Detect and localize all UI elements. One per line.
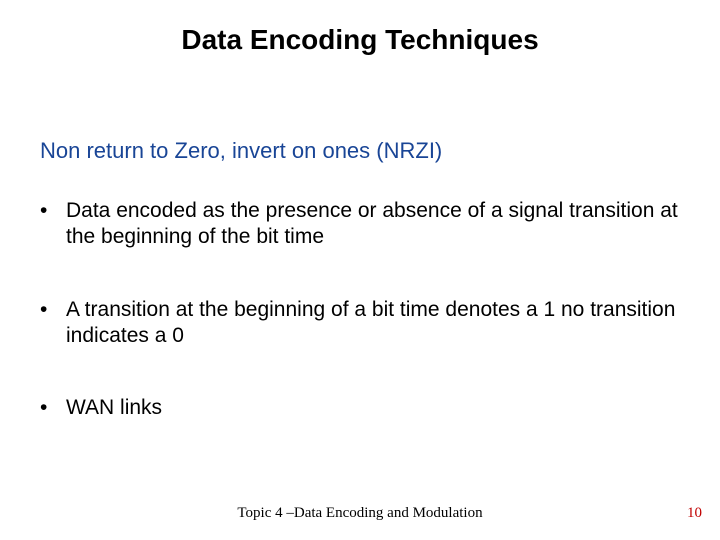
bullet-text: Data encoded as the presence or absence … (66, 198, 680, 251)
list-item: • WAN links (40, 395, 680, 421)
bullet-text: A transition at the beginning of a bit t… (66, 297, 680, 350)
bullet-icon: • (40, 297, 66, 350)
footer-text: Topic 4 –Data Encoding and Modulation (0, 505, 720, 522)
bullet-list: • Data encoded as the presence or absenc… (40, 198, 680, 467)
bullet-icon: • (40, 198, 66, 251)
bullet-text: WAN links (66, 395, 680, 421)
bullet-icon: • (40, 395, 66, 421)
list-item: • Data encoded as the presence or absenc… (40, 198, 680, 251)
slide: Data Encoding Techniques Non return to Z… (0, 0, 720, 540)
slide-title: Data Encoding Techniques (0, 24, 720, 56)
page-number: 10 (687, 505, 702, 522)
list-item: • A transition at the beginning of a bit… (40, 297, 680, 350)
slide-subheading: Non return to Zero, invert on ones (NRZI… (40, 138, 442, 164)
